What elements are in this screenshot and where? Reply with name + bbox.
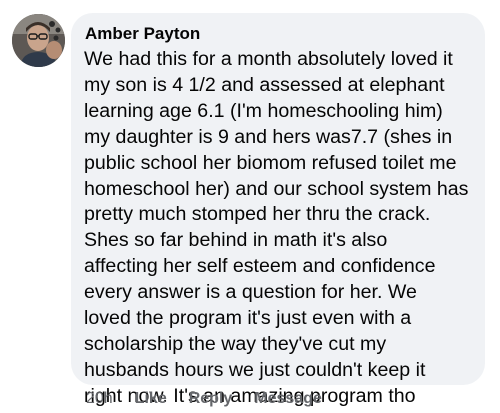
author-name[interactable]: Amber Payton [85, 23, 475, 45]
timestamp[interactable]: 20h [86, 389, 113, 409]
comment-text: We had this for a month absolutely loved… [84, 48, 469, 407]
comment-actions: 20h Like Reply Message [86, 389, 344, 409]
message-button[interactable]: Message [254, 389, 322, 409]
avatar[interactable] [12, 14, 65, 67]
comment-bubble: Amber Payton We had this for a month abs… [71, 13, 485, 407]
profile-photo-icon [12, 14, 65, 67]
reply-button[interactable]: Reply [189, 389, 233, 409]
like-button[interactable]: Like [135, 389, 167, 409]
